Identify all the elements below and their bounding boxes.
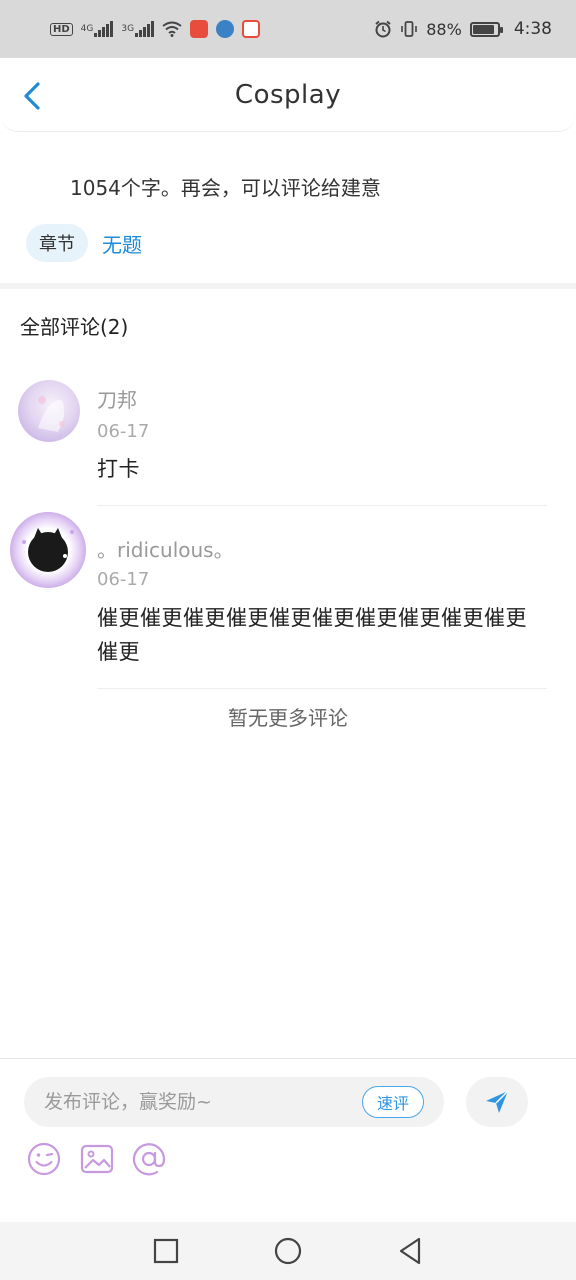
section-divider [0,283,576,289]
comments-title: 全部评论(2) [20,315,129,339]
home-button[interactable] [272,1235,304,1267]
4g-label: 4G [80,24,94,34]
comment-divider [97,505,547,506]
home-icon [274,1237,302,1265]
no-more-comments: 暂无更多评论 [228,706,348,730]
system-nav-bar [0,1222,576,1280]
chapter-badge: 章节 [26,224,88,262]
comment-author[interactable]: 刀邦 [97,384,137,413]
app-notification-icon-1 [190,20,209,38]
4g-signal-icon: 4G [81,21,114,37]
status-right: 88% 4:38 [374,19,552,39]
mention-icon[interactable] [129,1139,169,1179]
paper-plane-icon [486,1090,509,1113]
back-button[interactable] [14,76,50,116]
status-bar: HD 4G 3G 88% 4:38 [0,0,576,58]
comment-date: 06-17 [97,569,150,590]
clock: 4:38 [513,19,552,39]
comment-divider [97,688,547,689]
avatar[interactable] [18,380,80,442]
quick-comment-button[interactable]: 速评 [361,1086,424,1118]
send-button[interactable] [466,1077,528,1127]
chapter-row: 章节 无题 [26,224,142,262]
3g-signal-icon: 3G [121,21,155,37]
comment-body: 催更催更催更催更催更催更催更催更催更催更催更 [97,606,527,664]
system-back-button[interactable] [394,1235,426,1267]
battery-icon [469,21,503,37]
vibrate-icon [400,20,418,38]
hd-icon: HD [50,22,73,36]
app-notification-icon-2 [216,20,235,38]
back-icon [399,1237,421,1265]
status-left: HD 4G 3G [50,20,261,38]
battery-percent: 88% [426,19,462,39]
page-title: Cosplay [234,79,342,110]
comment-input-box[interactable]: 速评 [24,1077,444,1127]
comment-date: 06-17 [97,421,150,442]
comment-input-panel: 速评 [0,1058,576,1222]
avatar[interactable] [10,512,86,588]
chapter-link[interactable]: 无题 [102,229,142,258]
alarm-icon [374,20,392,38]
wifi-icon [162,21,182,37]
chevron-left-icon [24,82,40,110]
emoji-icon[interactable] [24,1139,64,1179]
comment-body: 打卡 [97,457,140,481]
recent-apps-icon [153,1238,179,1264]
recent-apps-button[interactable] [150,1235,182,1267]
3g-label: 3G [121,24,135,34]
comment-input[interactable] [44,1091,344,1113]
app-notification-icon-3 [242,20,261,38]
app-header: Cosplay [0,58,576,132]
comment-author[interactable]: 。ridiculous。 [97,534,234,563]
chapter-summary: 1054个字。再会，可以评论给建意 [70,176,381,200]
image-icon[interactable] [77,1139,117,1179]
